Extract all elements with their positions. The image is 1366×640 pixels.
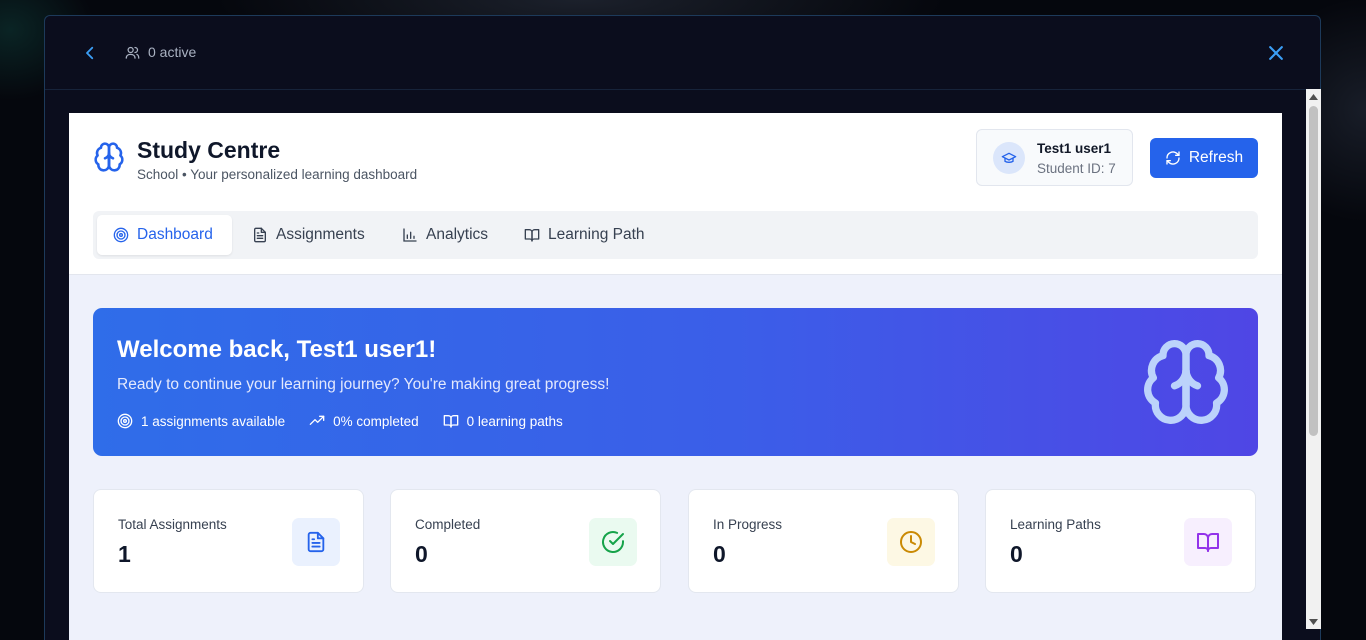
tab-bar: Dashboard Assignments Analytics Learning… bbox=[93, 211, 1258, 259]
study-centre-content: Study Centre School • Your personalized … bbox=[69, 113, 1282, 640]
tab-learning-path[interactable]: Learning Path bbox=[508, 215, 661, 255]
close-icon bbox=[1269, 46, 1283, 60]
tab-label: Assignments bbox=[276, 226, 365, 243]
stat-card-learning-paths: Learning Paths 0 bbox=[985, 489, 1256, 593]
book-open-icon bbox=[443, 415, 458, 428]
chevron-left-icon bbox=[86, 46, 94, 60]
graduation-cap-icon bbox=[1001, 152, 1017, 163]
stat-card-value: 0 bbox=[713, 541, 726, 567]
stat-card-value: 1 bbox=[118, 541, 131, 567]
student-id: Student ID: 7 bbox=[1037, 161, 1116, 176]
welcome-title: Welcome back, Test1 user1! bbox=[117, 336, 437, 363]
stat-card-in-progress: In Progress 0 bbox=[688, 489, 959, 593]
stat-card-icon-box bbox=[1184, 518, 1232, 566]
welcome-subtitle: Ready to continue your learning journey?… bbox=[117, 376, 610, 393]
tab-label: Learning Path bbox=[548, 226, 645, 243]
book-open-icon bbox=[524, 229, 540, 242]
target-icon bbox=[117, 413, 133, 429]
stat-card-icon-box bbox=[589, 518, 637, 566]
stat-card-value: 0 bbox=[1010, 541, 1023, 567]
scrollbar[interactable] bbox=[1306, 89, 1321, 629]
book-open-icon bbox=[1197, 533, 1219, 552]
scroll-thumb[interactable] bbox=[1309, 106, 1318, 436]
close-button[interactable] bbox=[1264, 41, 1288, 65]
document-icon bbox=[254, 227, 266, 243]
trending-up-icon bbox=[309, 415, 325, 425]
stat-card-completed: Completed 0 bbox=[390, 489, 661, 593]
page-subtitle: School • Your personalized learning dash… bbox=[137, 167, 418, 182]
user-card: Test1 user1 Student ID: 7 bbox=[976, 129, 1133, 186]
tab-label: Analytics bbox=[426, 226, 489, 243]
tab-label: Dashboard bbox=[137, 226, 213, 243]
welcome-banner: Welcome back, Test1 user1! Ready to cont… bbox=[93, 308, 1258, 456]
stat-completed-percent: 0% completed bbox=[309, 413, 419, 429]
back-button[interactable] bbox=[79, 42, 101, 64]
avatar bbox=[993, 142, 1025, 174]
scroll-up-arrow[interactable] bbox=[1306, 89, 1321, 104]
modal-header: 0 active bbox=[45, 16, 1320, 90]
active-users-indicator: 0 active bbox=[125, 44, 196, 60]
tab-dashboard[interactable]: Dashboard bbox=[97, 215, 232, 255]
stat-label: 0 learning paths bbox=[466, 413, 563, 429]
active-count-label: 0 active bbox=[148, 44, 197, 60]
stat-learning-paths: 0 learning paths bbox=[443, 413, 563, 429]
stat-card-value: 0 bbox=[415, 541, 428, 567]
stat-card-total-assignments: Total Assignments 1 bbox=[93, 489, 364, 593]
page-title: Study Centre bbox=[137, 137, 281, 163]
refresh-button[interactable]: Refresh bbox=[1150, 138, 1258, 178]
welcome-stats: 1 assignments available 0% completed 0 l… bbox=[117, 413, 563, 429]
stat-card-label: Completed bbox=[415, 517, 481, 532]
stat-card-icon-box bbox=[292, 518, 340, 566]
stat-assignments-available: 1 assignments available bbox=[117, 413, 285, 429]
tab-analytics[interactable]: Analytics bbox=[386, 215, 504, 255]
tab-assignments[interactable]: Assignments bbox=[236, 215, 381, 255]
refresh-label: Refresh bbox=[1188, 149, 1244, 166]
document-icon bbox=[307, 531, 325, 553]
brain-icon bbox=[1144, 340, 1228, 424]
stat-card-label: In Progress bbox=[713, 517, 783, 532]
stat-card-label: Total Assignments bbox=[118, 517, 227, 532]
app-header: Study Centre School • Your personalized … bbox=[69, 113, 1282, 275]
target-icon bbox=[113, 227, 129, 243]
user-name: Test1 user1 bbox=[1037, 141, 1112, 156]
refresh-icon bbox=[1166, 151, 1180, 165]
clock-icon bbox=[900, 531, 922, 553]
stat-label: 1 assignments available bbox=[141, 413, 286, 429]
stat-card-label: Learning Paths bbox=[1010, 517, 1101, 532]
check-circle-icon bbox=[602, 531, 624, 554]
scroll-down-arrow[interactable] bbox=[1306, 614, 1321, 629]
users-icon bbox=[125, 46, 140, 59]
stat-label: 0% completed bbox=[333, 413, 419, 429]
stat-card-icon-box bbox=[887, 518, 935, 566]
bar-chart-icon bbox=[403, 228, 417, 242]
brain-icon bbox=[94, 142, 124, 172]
